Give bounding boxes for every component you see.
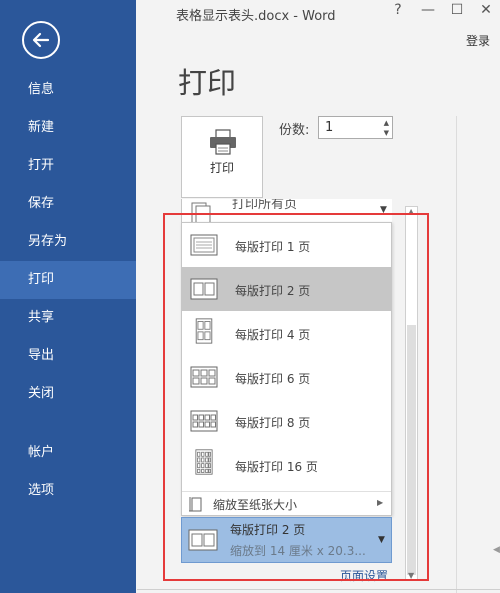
panel-collapse-icon[interactable]: ◀	[493, 545, 500, 555]
sidebar-item-export[interactable]: 导出	[0, 337, 136, 375]
sidebar-item-open[interactable]: 打开	[0, 147, 136, 185]
page-title: 打印	[178, 66, 237, 100]
sidebar-item-save[interactable]: 保存	[0, 185, 136, 223]
help-icon[interactable]: ?	[388, 2, 408, 18]
copies-value[interactable]: 1	[325, 120, 333, 135]
highlight-annotation	[163, 213, 429, 581]
sidebar-item-print[interactable]: 打印	[0, 261, 136, 299]
sidebar-item-share[interactable]: 共享	[0, 299, 136, 337]
sidebar-item-new[interactable]: 新建	[0, 109, 136, 147]
spin-up-icon[interactable]: ▲	[384, 119, 389, 127]
preview-divider	[456, 116, 457, 593]
minimize-icon[interactable]: —	[418, 2, 438, 18]
close-icon[interactable]: ✕	[476, 2, 496, 18]
sidebar-item-account[interactable]: 帐户	[0, 434, 136, 472]
sidebar-item-info[interactable]: 信息	[0, 71, 136, 109]
signin-link[interactable]: 登录	[466, 32, 490, 49]
back-arrow-icon[interactable]	[22, 21, 60, 59]
sidebar-item-save-as[interactable]: 另存为	[0, 223, 136, 261]
copies-stepper[interactable]: 1 ▲ ▼	[318, 116, 393, 139]
sidebar-item-options[interactable]: 选项	[0, 472, 136, 510]
print-button-label: 打印	[209, 161, 234, 175]
maximize-icon[interactable]: ☐	[447, 2, 467, 18]
sidebar-item-close[interactable]: 关闭	[0, 375, 136, 413]
printer-icon	[210, 129, 236, 155]
copies-label: 份数:	[279, 123, 310, 138]
backstage-sidebar: 信息 新建 打开 保存 另存为 打印 共享 导出 关闭 帐户 选项	[0, 0, 136, 593]
window-title: 表格显示表头.docx - Word	[176, 9, 336, 24]
spin-down-icon[interactable]: ▼	[384, 129, 389, 137]
print-button[interactable]: 打印	[181, 116, 263, 198]
print-all-pages-label: 打印所有页	[232, 199, 298, 212]
bottom-divider	[137, 589, 500, 590]
